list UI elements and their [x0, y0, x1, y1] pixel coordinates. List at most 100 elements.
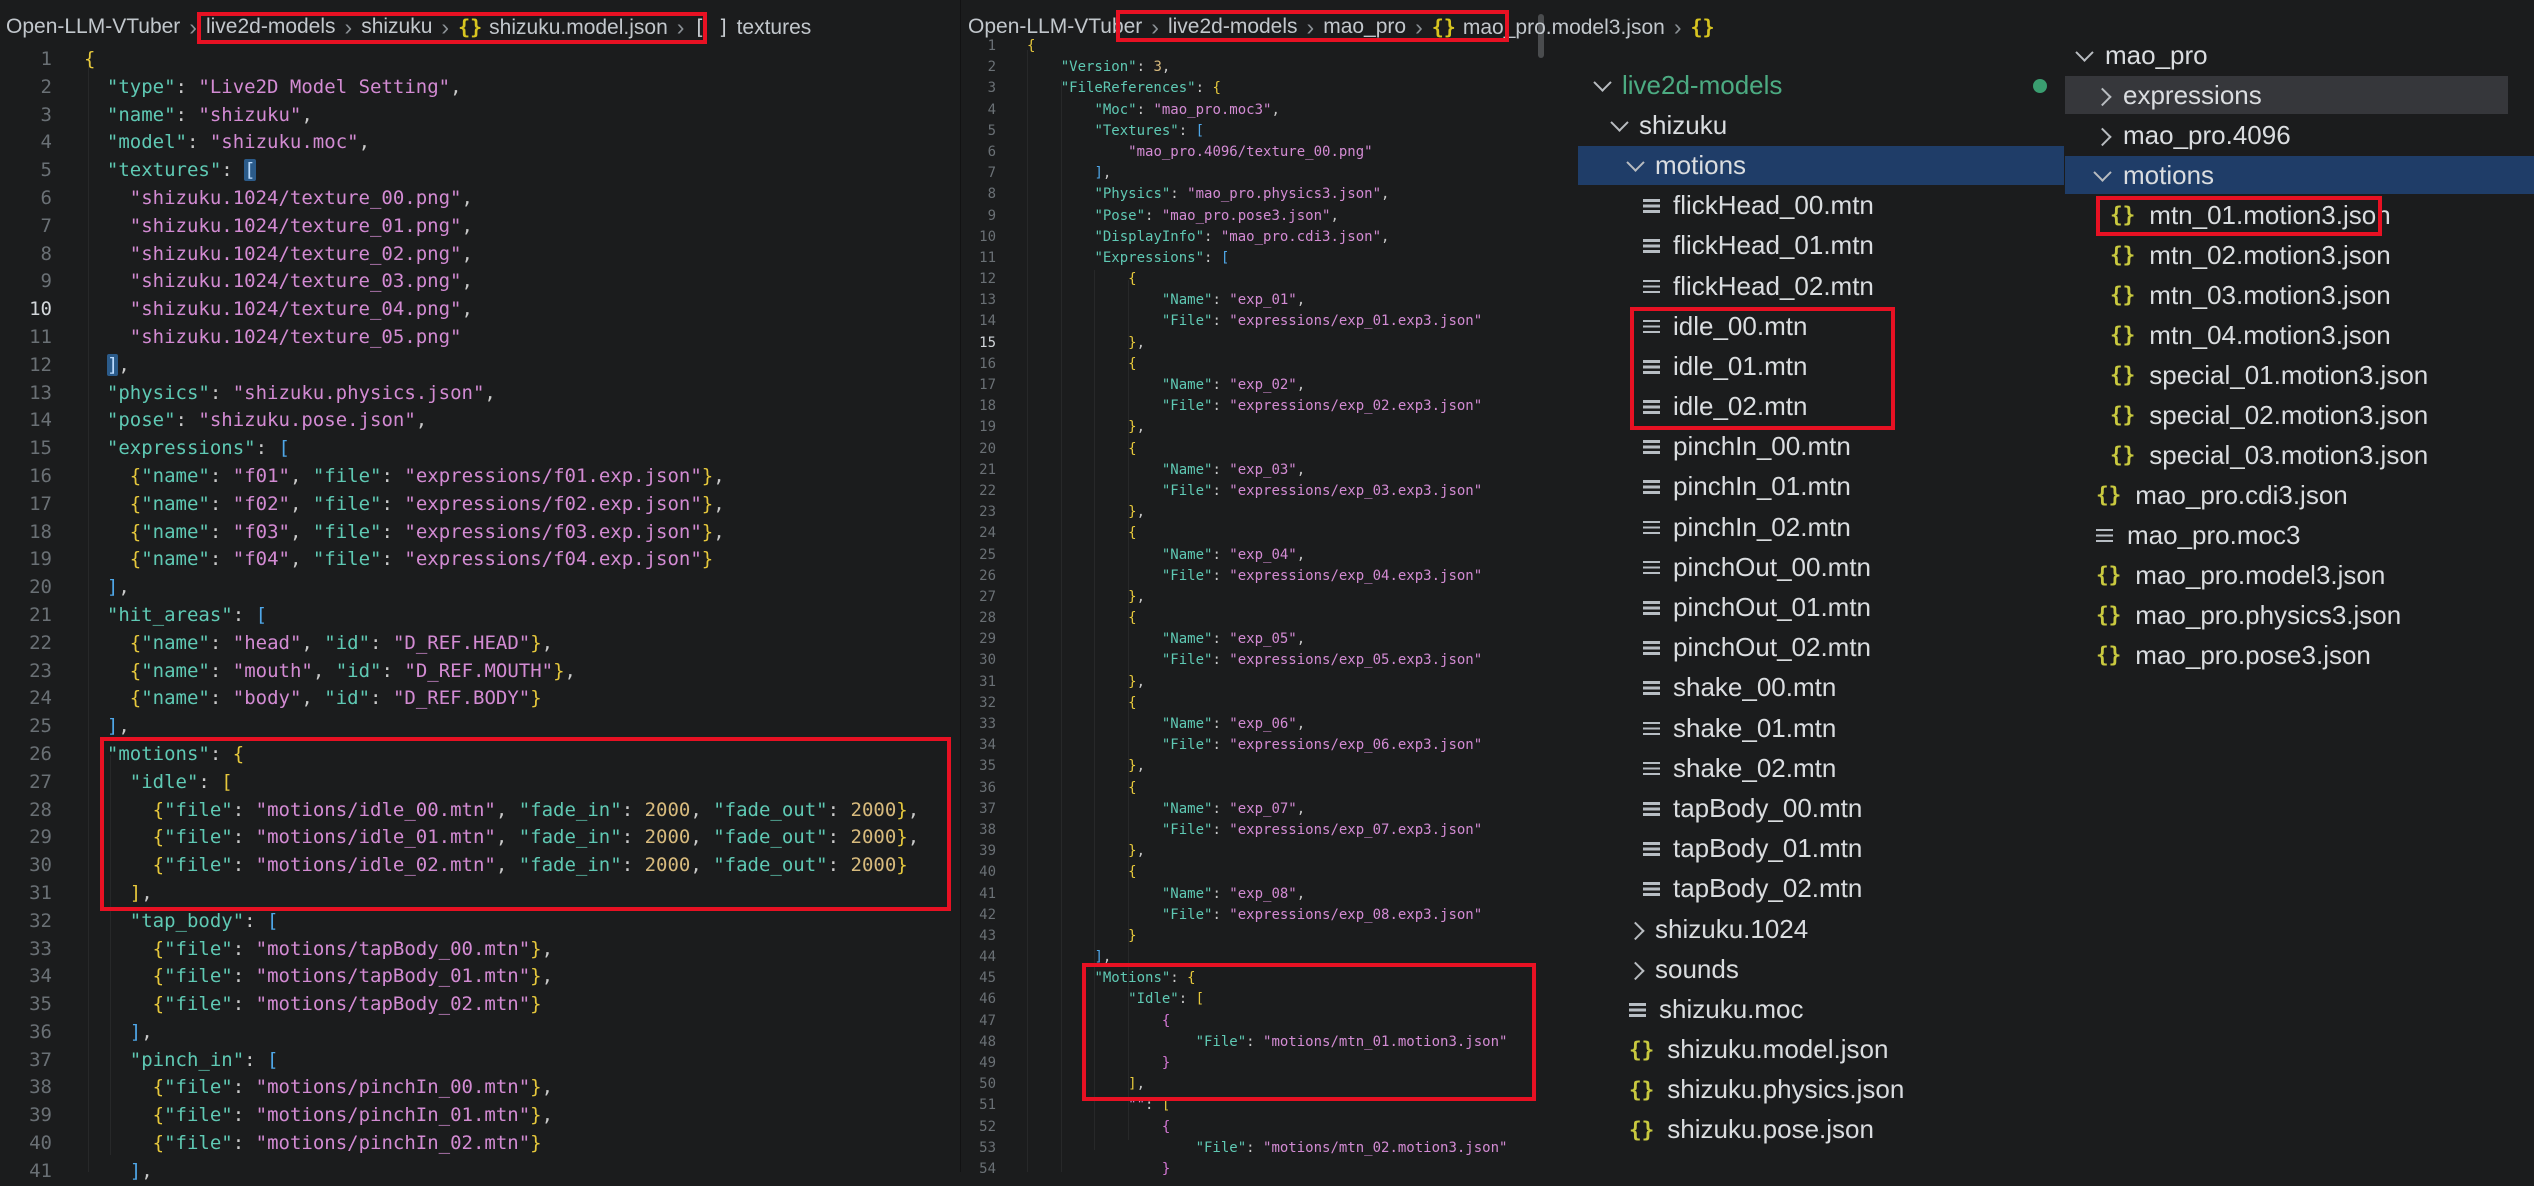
- code-line[interactable]: "tap_body": [: [84, 908, 919, 936]
- tree-item[interactable]: flickHead_01.mtn: [1578, 226, 2064, 266]
- breadcrumb-item[interactable]: {}shizuku.model.json: [458, 15, 668, 40]
- code-line[interactable]: "mao_pro.4096/texture_00.png": [1027, 142, 1507, 163]
- code-line[interactable]: },: [1027, 672, 1507, 693]
- tree-item[interactable]: {} mao_pro.pose3.json: [2065, 635, 2534, 675]
- tree-item[interactable]: {} special_03.motion3.json: [2065, 435, 2534, 475]
- code-line[interactable]: "idle": [: [84, 769, 919, 797]
- tree-item[interactable]: {} mao_pro.cdi3.json: [2065, 475, 2534, 515]
- code-line[interactable]: "expressions": [: [84, 435, 919, 463]
- tree-item[interactable]: {} special_01.motion3.json: [2065, 355, 2534, 395]
- code-line[interactable]: },: [1027, 417, 1507, 438]
- code-area[interactable]: { "type": "Live2D Model Setting", "name"…: [84, 46, 919, 1186]
- tree-item[interactable]: shake_00.mtn: [1578, 668, 2064, 708]
- tree-item[interactable]: {} mtn_02.motion3.json: [2065, 235, 2534, 275]
- code-line[interactable]: {"file": "motions/idle_00.mtn", "fade_in…: [84, 797, 919, 825]
- editor-mao-pro-model3-json[interactable]: 1234567891011121314151617181920212223242…: [962, 36, 1556, 1172]
- breadcrumb-item[interactable]: shizuku: [361, 15, 432, 39]
- code-line[interactable]: "shizuku.1024/texture_03.png",: [84, 268, 919, 296]
- code-line[interactable]: ],: [84, 1019, 919, 1047]
- tree-item[interactable]: motions: [1578, 145, 2064, 185]
- code-line[interactable]: {: [1027, 862, 1507, 883]
- code-line[interactable]: "shizuku.1024/texture_00.png",: [84, 185, 919, 213]
- code-line[interactable]: ],: [1027, 947, 1507, 968]
- code-line[interactable]: "Version": 3,: [1027, 57, 1507, 78]
- breadcrumb-item[interactable]: Open-LLM-VTuber: [968, 15, 1142, 39]
- code-line[interactable]: },: [1027, 756, 1507, 777]
- tree-item[interactable]: expressions: [2065, 75, 2534, 115]
- code-line[interactable]: "File": "motions/mtn_02.motion3.json": [1027, 1138, 1507, 1159]
- code-line[interactable]: "File": "motions/mtn_01.motion3.json": [1027, 1032, 1507, 1053]
- tree-item[interactable]: idle_02.mtn: [1578, 387, 2064, 427]
- breadcrumb-item[interactable]: Open-LLM-VTuber: [6, 15, 180, 39]
- code-line[interactable]: "Pose": "mao_pro.pose3.json",: [1027, 206, 1507, 227]
- tree-item[interactable]: pinchIn_00.mtn: [1578, 427, 2064, 467]
- tree-item[interactable]: flickHead_00.mtn: [1578, 186, 2064, 226]
- code-line[interactable]: "FileReferences": {: [1027, 78, 1507, 99]
- code-line[interactable]: {"file": "motions/pinchIn_00.mtn"},: [84, 1074, 919, 1102]
- code-line[interactable]: },: [1027, 502, 1507, 523]
- tree-item[interactable]: {} mtn_03.motion3.json: [2065, 275, 2534, 315]
- code-line[interactable]: {: [1027, 693, 1507, 714]
- code-line[interactable]: "File": "expressions/exp_06.exp3.json": [1027, 735, 1507, 756]
- code-line[interactable]: "Name": "exp_05",: [1027, 629, 1507, 650]
- tree-item[interactable]: pinchOut_01.mtn: [1578, 587, 2064, 627]
- code-line[interactable]: "Name": "exp_04",: [1027, 545, 1507, 566]
- code-line[interactable]: "textures": [: [84, 157, 919, 185]
- code-line[interactable]: {"name": "f02", "file": "expressions/f02…: [84, 491, 919, 519]
- tree-item[interactable]: idle_00.mtn: [1578, 306, 2064, 346]
- code-line[interactable]: "File": "expressions/exp_07.exp3.json": [1027, 820, 1507, 841]
- code-line[interactable]: ],: [1027, 163, 1507, 184]
- code-line[interactable]: {"name": "f03", "file": "expressions/f03…: [84, 519, 919, 547]
- code-line[interactable]: {"file": "motions/pinchIn_01.mtn"},: [84, 1102, 919, 1130]
- code-line[interactable]: "File": "expressions/exp_08.exp3.json": [1027, 905, 1507, 926]
- breadcrumb-item[interactable]: mao_pro: [1323, 15, 1406, 39]
- code-line[interactable]: {: [1027, 439, 1507, 460]
- code-line[interactable]: {"name": "f04", "file": "expressions/f04…: [84, 546, 919, 574]
- code-line[interactable]: {"file": "motions/tapBody_02.mtn"}: [84, 991, 919, 1019]
- code-line[interactable]: "": [: [1027, 1095, 1507, 1116]
- code-line[interactable]: "Name": "exp_02",: [1027, 375, 1507, 396]
- code-line[interactable]: {"file": "motions/idle_01.mtn", "fade_in…: [84, 824, 919, 852]
- code-line[interactable]: {"name": "f01", "file": "expressions/f01…: [84, 463, 919, 491]
- tree-item[interactable]: mao_pro.4096: [2065, 115, 2534, 155]
- code-line[interactable]: "File": "expressions/exp_02.exp3.json": [1027, 396, 1507, 417]
- tree-item[interactable]: {} mtn_01.motion3.json: [2065, 195, 2534, 235]
- breadcrumb-item[interactable]: live2d-models: [206, 15, 336, 39]
- tree-item[interactable]: mao_pro.moc3: [2065, 515, 2534, 555]
- code-line[interactable]: "shizuku.1024/texture_01.png",: [84, 213, 919, 241]
- code-line[interactable]: {"file": "motions/idle_02.mtn", "fade_in…: [84, 852, 919, 880]
- tree-item[interactable]: {} shizuku.pose.json: [1578, 1110, 2064, 1150]
- tree-item[interactable]: shizuku.moc: [1578, 989, 2064, 1029]
- code-line[interactable]: ],: [84, 352, 919, 380]
- tree-item[interactable]: shizuku.1024: [1578, 909, 2064, 949]
- code-line[interactable]: },: [1027, 841, 1507, 862]
- code-line[interactable]: {"file": "motions/pinchIn_02.mtn"}: [84, 1130, 919, 1158]
- code-line[interactable]: },: [1027, 587, 1507, 608]
- pane-divider[interactable]: [960, 0, 961, 1172]
- tree-item[interactable]: tapBody_01.mtn: [1578, 829, 2064, 869]
- tree-item[interactable]: tapBody_02.mtn: [1578, 869, 2064, 909]
- code-line[interactable]: {: [1027, 269, 1507, 290]
- code-line[interactable]: {: [1027, 778, 1507, 799]
- tree-item[interactable]: {} special_02.motion3.json: [2065, 395, 2534, 435]
- code-line[interactable]: ],: [84, 880, 919, 908]
- breadcrumb-item[interactable]: {}mao_pro.model3.json: [1432, 15, 1665, 40]
- code-line[interactable]: "File": "expressions/exp_03.exp3.json": [1027, 481, 1507, 502]
- tree-item[interactable]: pinchOut_00.mtn: [1578, 547, 2064, 587]
- code-line[interactable]: "Expressions": [: [1027, 248, 1507, 269]
- code-line[interactable]: "Name": "exp_01",: [1027, 290, 1507, 311]
- code-line[interactable]: }: [1027, 1053, 1507, 1074]
- code-line[interactable]: "physics": "shizuku.physics.json",: [84, 380, 919, 408]
- code-line[interactable]: "motions": {: [84, 741, 919, 769]
- code-line[interactable]: {"file": "motions/tapBody_00.mtn"},: [84, 936, 919, 964]
- editor-shizuku-model-json[interactable]: 1234567891011121314151617181920212223242…: [0, 46, 958, 1172]
- code-line[interactable]: "model": "shizuku.moc",: [84, 129, 919, 157]
- tree-item[interactable]: {} shizuku.model.json: [1578, 1030, 2064, 1070]
- tree-item[interactable]: {} shizuku.physics.json: [1578, 1070, 2064, 1110]
- tree-item[interactable]: flickHead_02.mtn: [1578, 266, 2064, 306]
- tree-item[interactable]: idle_01.mtn: [1578, 346, 2064, 386]
- tree-item[interactable]: pinchIn_01.mtn: [1578, 467, 2064, 507]
- code-area[interactable]: { "Version": 3, "FileReferences": { "Moc…: [1027, 36, 1507, 1180]
- code-line[interactable]: {: [1027, 1011, 1507, 1032]
- breadcrumb-item[interactable]: live2d-models: [1168, 15, 1298, 39]
